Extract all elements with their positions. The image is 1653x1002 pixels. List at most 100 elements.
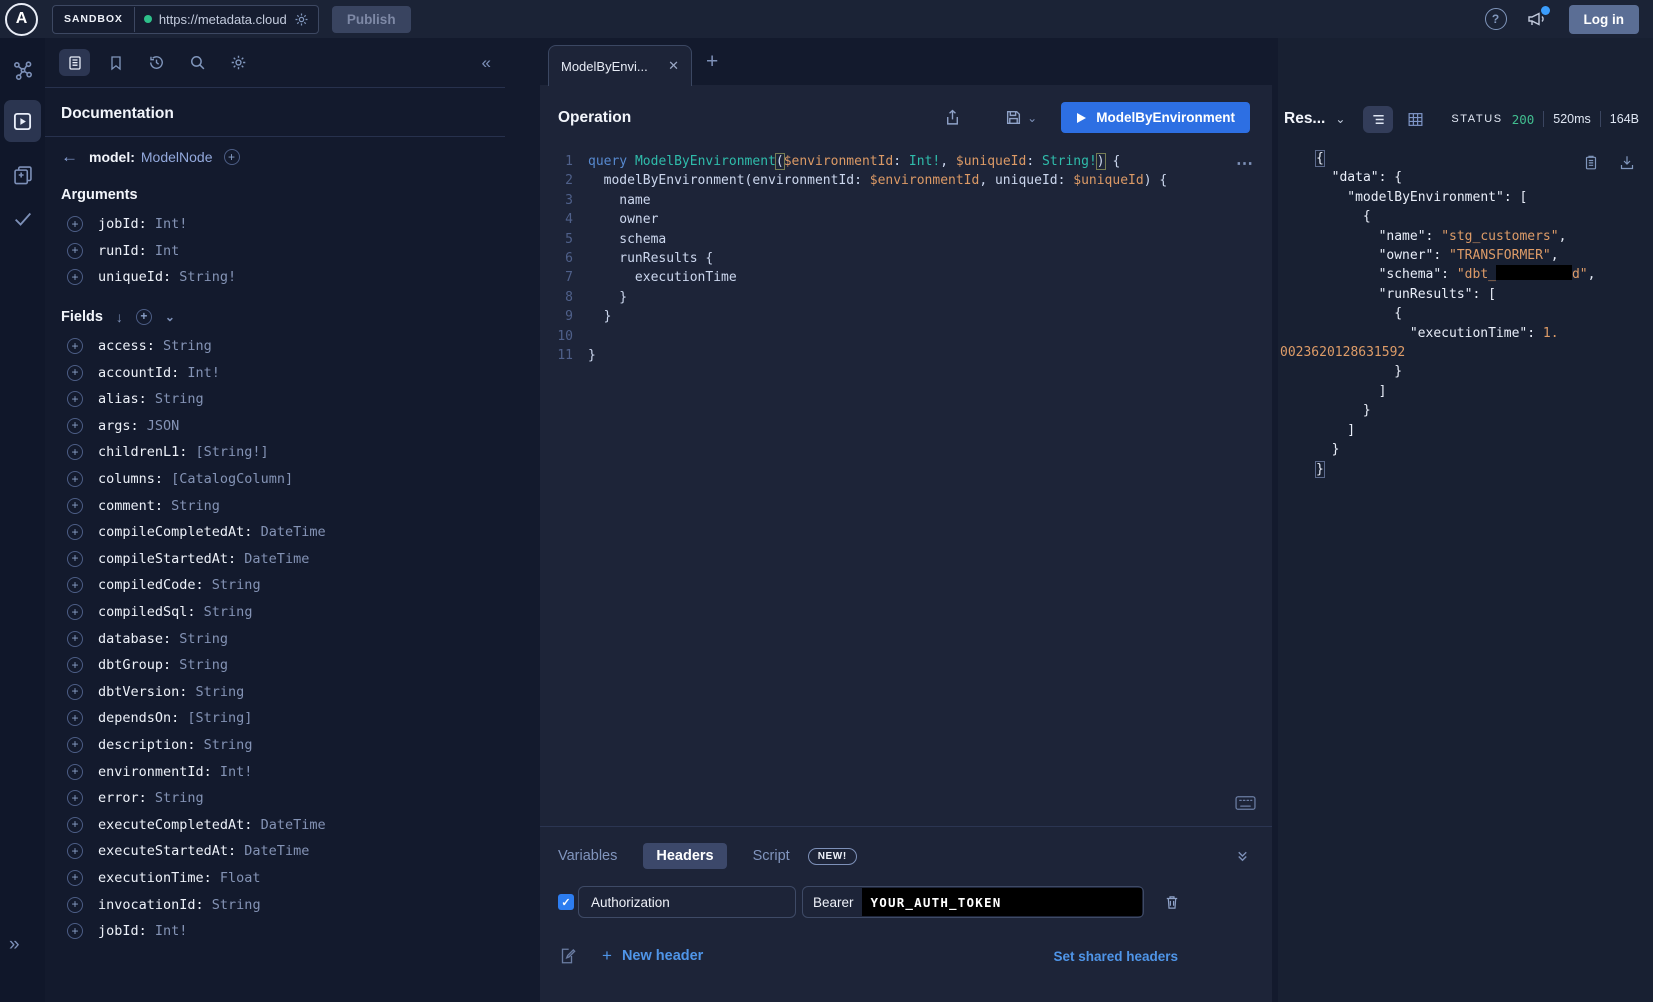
keyboard-shortcuts-icon[interactable] [1235, 795, 1256, 811]
add-field-icon[interactable] [67, 269, 83, 285]
field-signature[interactable]: jobId: Int! [98, 923, 187, 939]
add-field-icon[interactable] [67, 684, 83, 700]
new-header-button[interactable]: + New header [602, 946, 703, 966]
field-signature[interactable]: compileCompletedAt: DateTime [98, 524, 326, 540]
add-field-icon[interactable] [67, 817, 83, 833]
header-key-input[interactable] [578, 886, 796, 918]
field-row[interactable]: compileCompletedAt: DateTime [45, 519, 505, 546]
add-field-icon[interactable] [67, 338, 83, 354]
collapse-bottom-panel-icon[interactable] [1235, 849, 1250, 864]
add-field-icon[interactable] [67, 631, 83, 647]
set-shared-headers-link[interactable]: Set shared headers [1053, 949, 1178, 964]
delete-header-icon[interactable] [1164, 894, 1180, 911]
field-signature[interactable]: executeCompletedAt: DateTime [98, 817, 326, 833]
add-field-icon[interactable] [67, 897, 83, 913]
field-row[interactable]: columns: [CatalogColumn] [45, 466, 505, 493]
field-signature[interactable]: columns: [CatalogColumn] [98, 471, 293, 487]
field-row[interactable]: description: String [45, 732, 505, 759]
argument-row[interactable]: jobId: Int! [45, 211, 505, 238]
header-enabled-checkbox[interactable] [558, 894, 574, 910]
login-button[interactable]: Log in [1569, 5, 1640, 34]
add-field-icon[interactable] [67, 923, 83, 939]
add-field-icon[interactable] [67, 524, 83, 540]
add-field-icon[interactable] [67, 243, 83, 259]
field-signature[interactable]: dependsOn: [String] [98, 710, 252, 726]
field-signature[interactable]: description: String [98, 737, 252, 753]
add-field-icon[interactable] [67, 577, 83, 593]
response-title[interactable]: Res... [1284, 110, 1325, 128]
argument-row[interactable]: uniqueId: String! [45, 264, 505, 291]
field-row[interactable]: compiledSql: String [45, 599, 505, 626]
share-icon[interactable] [944, 109, 961, 126]
response-dropdown-chevron-icon[interactable]: ⌄ [1335, 112, 1345, 126]
apollo-logo[interactable]: A [5, 3, 38, 36]
search-icon[interactable] [182, 49, 213, 76]
history-icon[interactable] [141, 49, 172, 76]
field-signature[interactable]: runId: Int [98, 243, 179, 259]
add-field-icon[interactable] [67, 870, 83, 886]
field-signature[interactable]: dbtGroup: String [98, 657, 228, 673]
bookmark-icon[interactable] [100, 49, 131, 76]
field-row[interactable]: accountId: Int! [45, 359, 505, 386]
field-row[interactable]: invocationId: String [45, 891, 505, 918]
tab-script[interactable]: Script [753, 848, 790, 864]
header-value-field[interactable]: Bearer YOUR_AUTH_TOKEN [802, 886, 1144, 918]
field-row[interactable]: alias: String [45, 386, 505, 413]
add-field-icon[interactable] [67, 764, 83, 780]
tab-variables[interactable]: Variables [558, 848, 617, 864]
tab-headers[interactable]: Headers [643, 843, 726, 869]
field-signature[interactable]: compiledCode: String [98, 577, 261, 593]
field-signature[interactable]: comment: String [98, 498, 220, 514]
add-field-icon[interactable] [67, 604, 83, 620]
add-field-icon[interactable] [67, 391, 83, 407]
add-field-icon[interactable] [67, 710, 83, 726]
field-signature[interactable]: childrenL1: [String!] [98, 444, 269, 460]
copy-response-icon[interactable] [1583, 154, 1599, 171]
add-field-icon[interactable] [67, 365, 83, 381]
field-signature[interactable]: executeStartedAt: DateTime [98, 843, 309, 859]
announcements-megaphone-icon[interactable] [1527, 10, 1547, 28]
field-signature[interactable]: dbtVersion: String [98, 684, 244, 700]
endpoint-url[interactable]: https://metadata.cloud.get [159, 12, 287, 27]
environment-edit-icon[interactable] [558, 947, 576, 965]
add-field-icon[interactable] [67, 418, 83, 434]
field-signature[interactable]: access: String [98, 338, 212, 354]
add-model-icon[interactable] [224, 149, 240, 165]
field-row[interactable]: executionTime: Float [45, 865, 505, 892]
field-signature[interactable]: database: String [98, 631, 228, 647]
field-signature[interactable]: compiledSql: String [98, 604, 252, 620]
field-row[interactable]: database: String [45, 625, 505, 652]
checks-icon[interactable] [12, 208, 34, 230]
field-row[interactable]: executeCompletedAt: DateTime [45, 811, 505, 838]
field-row[interactable]: jobId: Int! [45, 918, 505, 945]
field-row[interactable]: access: String [45, 333, 505, 360]
operation-tab[interactable]: ModelByEnvi... ✕ [548, 45, 692, 86]
add-field-icon[interactable] [67, 216, 83, 232]
field-row[interactable]: error: String [45, 785, 505, 812]
field-signature[interactable]: environmentId: Int! [98, 764, 252, 780]
field-signature[interactable]: args: JSON [98, 418, 179, 434]
collapse-doc-panel-icon[interactable]: « [482, 53, 491, 73]
tree-view-icon[interactable] [1363, 106, 1393, 133]
expand-rail-icon[interactable]: » [9, 934, 20, 956]
editor-options-icon[interactable]: ⋯ [1236, 154, 1254, 174]
add-field-icon[interactable] [67, 498, 83, 514]
field-row[interactable]: dbtVersion: String [45, 679, 505, 706]
run-operation-button[interactable]: ModelByEnvironment [1061, 102, 1250, 133]
field-signature[interactable]: accountId: Int! [98, 365, 220, 381]
query-editor[interactable]: 1query ModelByEnvironment($environmentId… [540, 144, 1272, 827]
connection-settings-gear-icon[interactable] [294, 12, 309, 27]
help-icon[interactable]: ? [1485, 8, 1507, 30]
save-icon[interactable] [1005, 109, 1022, 126]
field-signature[interactable]: uniqueId: String! [98, 269, 236, 285]
doc-model-type[interactable]: ModelNode [141, 149, 213, 165]
field-signature[interactable]: alias: String [98, 391, 204, 407]
response-json-area[interactable]: {"data": {"modelByEnvironment": [{"name"… [1278, 149, 1653, 479]
field-row[interactable]: childrenL1: [String!] [45, 439, 505, 466]
field-row[interactable]: dependsOn: [String] [45, 705, 505, 732]
endpoint-url-wrap[interactable]: https://metadata.cloud.get [135, 12, 318, 27]
add-field-icon[interactable] [67, 444, 83, 460]
download-response-icon[interactable] [1619, 154, 1635, 171]
table-view-icon[interactable] [1407, 111, 1424, 128]
field-row[interactable]: executeStartedAt: DateTime [45, 838, 505, 865]
